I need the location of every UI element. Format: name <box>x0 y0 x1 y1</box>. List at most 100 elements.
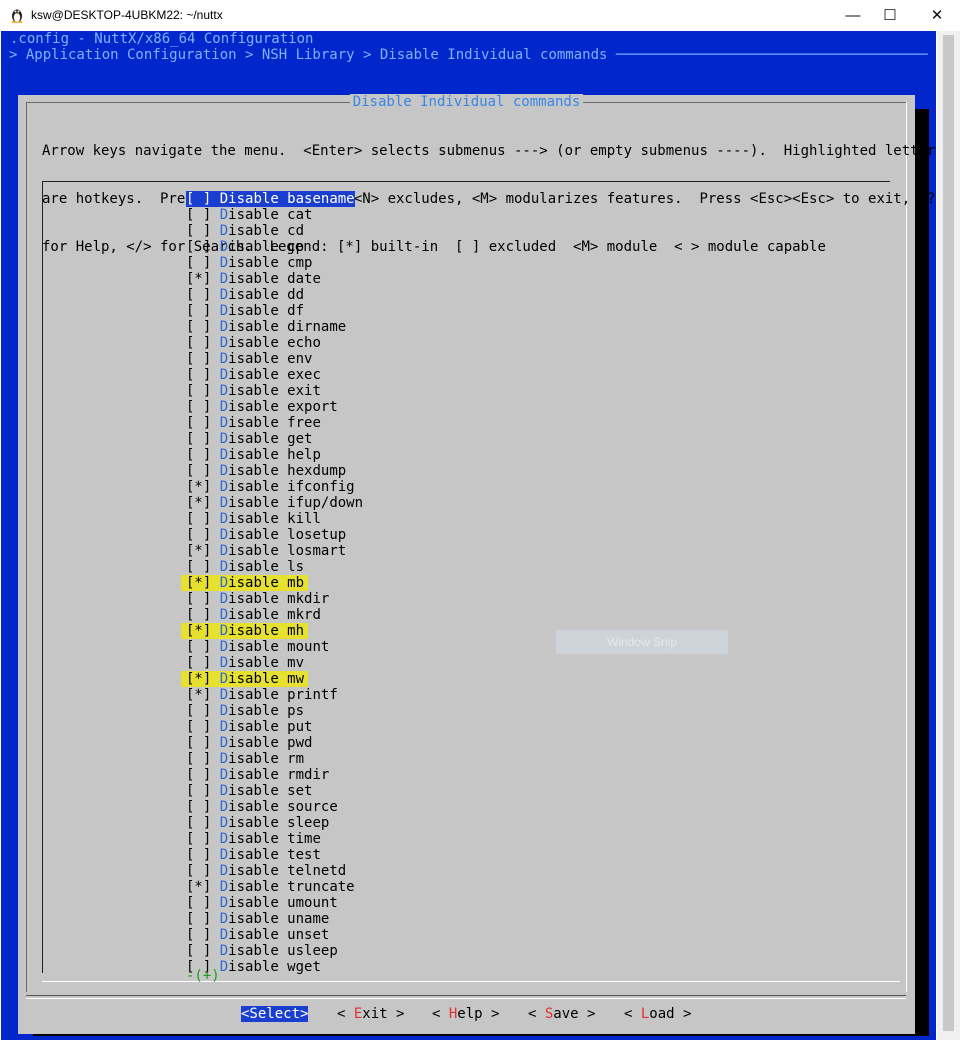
menu-item-checkbox[interactable]: [ ] <box>186 639 211 655</box>
menu-item[interactable]: [ ] Disable cd <box>186 223 304 239</box>
menu-item[interactable]: [ ] Disable ps <box>186 703 304 719</box>
menu-item[interactable]: [ ] Disable sleep <box>186 815 329 831</box>
menu-item-checkbox[interactable]: [ ] <box>186 895 211 911</box>
menu-item-checkbox[interactable]: [ ] <box>186 319 211 335</box>
menu-item-checkbox[interactable]: [ ] <box>186 415 211 431</box>
menu-item-checkbox[interactable]: [ ] <box>186 751 211 767</box>
menu-item[interactable]: [ ] Disable exit <box>186 383 321 399</box>
menu-item[interactable]: [*] Disable truncate <box>186 879 355 895</box>
menu-item[interactable]: [ ] Disable mkrd <box>186 607 321 623</box>
menu-item[interactable]: [ ] Disable df <box>186 303 304 319</box>
menu-item[interactable]: [ ] Disable free <box>186 415 321 431</box>
menu-item-checkbox[interactable]: [*] <box>186 879 211 895</box>
menu-item[interactable]: [ ] Disable usleep <box>186 943 338 959</box>
menu-item[interactable]: [*] Disable date <box>186 271 321 287</box>
menu-item[interactable]: [*] Disable ifup/down <box>186 495 363 511</box>
menu-item-checkbox[interactable]: [ ] <box>186 335 211 351</box>
menu-item[interactable]: [ ] Disable mount <box>186 639 329 655</box>
menu-item[interactable]: [ ] Disable mv <box>186 655 304 671</box>
menu-item[interactable]: [ ] Disable exec <box>186 367 321 383</box>
menu-item[interactable]: [ ] Disable kill <box>186 511 321 527</box>
menu-item-checkbox[interactable]: [ ] <box>186 559 211 575</box>
menu-item-checkbox[interactable]: [ ] <box>186 911 211 927</box>
menu-item-checkbox[interactable]: [ ] <box>186 431 211 447</box>
menu-item[interactable]: [*] Disable mb <box>181 575 309 591</box>
save-button[interactable]: < Save > <box>528 1006 595 1022</box>
terminal-console[interactable]: .config - NuttX/x86_64 Configuration > A… <box>1 31 936 1040</box>
menu-item[interactable]: [ ] Disable telnetd <box>186 863 346 879</box>
menu-item-checkbox[interactable]: [ ] <box>186 399 211 415</box>
menu-item[interactable]: [ ] Disable pwd <box>186 735 312 751</box>
menu-item-checkbox[interactable]: [ ] <box>186 847 211 863</box>
menu-item[interactable]: [ ] Disable test <box>186 847 321 863</box>
menu-item-checkbox[interactable]: [ ] <box>186 815 211 831</box>
menu-item[interactable]: [ ] Disable cmp <box>186 255 312 271</box>
help-button[interactable]: < Help > <box>432 1006 499 1022</box>
menu-item[interactable]: [ ] Disable uname <box>186 911 329 927</box>
menu-item[interactable]: [ ] Disable unset <box>186 927 329 943</box>
menu-item-checkbox[interactable]: [ ] <box>186 383 211 399</box>
menu-item-checkbox[interactable]: [ ] <box>186 527 211 543</box>
maximize-button[interactable]: ☐ <box>867 0 913 31</box>
menu-item-checkbox[interactable]: [ ] <box>186 591 211 607</box>
menu-item[interactable]: [ ] Disable source <box>186 799 338 815</box>
menu-item-checkbox[interactable]: [ ] <box>186 255 211 271</box>
menu-item[interactable]: [ ] Disable get <box>186 431 312 447</box>
scrollbar-thumb[interactable] <box>943 35 954 1031</box>
menu-item[interactable]: [ ] Disable mkdir <box>186 591 329 607</box>
menu-item[interactable]: [ ] Disable losetup <box>186 527 346 543</box>
menu-item-checkbox[interactable]: [ ] <box>186 191 211 207</box>
menu-item[interactable]: [ ] Disable umount <box>186 895 338 911</box>
menu-item-checkbox[interactable]: [ ] <box>186 767 211 783</box>
menu-item-checkbox[interactable]: [ ] <box>186 863 211 879</box>
menu-item[interactable]: [*] Disable mh <box>181 623 309 639</box>
menu-item[interactable]: [ ] Disable help <box>186 447 321 463</box>
menu-item-checkbox[interactable]: [*] <box>186 495 211 511</box>
menu-item[interactable]: [ ] Disable rmdir <box>186 767 329 783</box>
menu-item[interactable]: [ ] Disable dd <box>186 287 304 303</box>
menu-item[interactable]: [*] Disable mw <box>181 671 309 687</box>
menu-item-checkbox[interactable]: [ ] <box>186 927 211 943</box>
menu-item-checkbox[interactable]: [ ] <box>186 367 211 383</box>
menu-item-checkbox[interactable]: [*] <box>186 543 211 559</box>
menu-item[interactable]: [ ] Disable hexdump <box>186 463 346 479</box>
menu-item-checkbox[interactable]: [ ] <box>186 463 211 479</box>
menu-item-checkbox[interactable]: [ ] <box>186 351 211 367</box>
menu-item-checkbox[interactable]: [ ] <box>186 303 211 319</box>
menu-item-checkbox[interactable]: [*] <box>186 479 211 495</box>
menu-item-checkbox[interactable]: [*] <box>186 671 211 687</box>
menu-item[interactable]: [*] Disable printf <box>186 687 338 703</box>
menu-item[interactable]: [ ] Disable put <box>186 719 312 735</box>
menu-item[interactable]: [ ] Disable time <box>186 831 321 847</box>
load-button[interactable]: < Load > <box>624 1006 691 1022</box>
menu-item[interactable]: [ ] Disable basename <box>186 191 355 207</box>
menu-item[interactable]: [ ] Disable env <box>186 351 312 367</box>
select-button[interactable]: <Select> <box>241 1006 309 1022</box>
menu-item[interactable]: [ ] Disable cat <box>186 207 312 223</box>
menu-item-checkbox[interactable]: [ ] <box>186 287 211 303</box>
menu-item[interactable]: [ ] Disable dirname <box>186 319 346 335</box>
menu-item[interactable]: [ ] Disable set <box>186 783 312 799</box>
menu-item-checkbox[interactable]: [ ] <box>186 223 211 239</box>
exit-button[interactable]: < Exit > <box>337 1006 404 1022</box>
menu-item[interactable]: [ ] Disable cp <box>186 239 304 255</box>
menu-item-checkbox[interactable]: [ ] <box>186 447 211 463</box>
menu-item-checkbox[interactable]: [ ] <box>186 799 211 815</box>
menu-item-checkbox[interactable]: [ ] <box>186 607 211 623</box>
menu-item[interactable]: [*] Disable losmart <box>186 543 346 559</box>
menu-item-checkbox[interactable]: [*] <box>186 271 211 287</box>
menu-item-checkbox[interactable]: [ ] <box>186 831 211 847</box>
menu-item-checkbox[interactable]: [ ] <box>186 783 211 799</box>
menu-item[interactable]: [ ] Disable ls <box>186 559 304 575</box>
close-button[interactable]: ✕ <box>914 0 960 31</box>
menu-item-checkbox[interactable]: [*] <box>186 687 211 703</box>
menu-item[interactable]: [ ] Disable export <box>186 399 338 415</box>
vertical-scrollbar[interactable] <box>937 31 960 1040</box>
menu-item-checkbox[interactable]: [ ] <box>186 735 211 751</box>
menu-item-checkbox[interactable]: [ ] <box>186 943 211 959</box>
menu-item-checkbox[interactable]: [ ] <box>186 239 211 255</box>
menu-item-checkbox[interactable]: [ ] <box>186 511 211 527</box>
menu-item[interactable]: [*] Disable ifconfig <box>186 479 355 495</box>
menu-item-checkbox[interactable]: [ ] <box>186 719 211 735</box>
menu-item[interactable]: [ ] Disable echo <box>186 335 321 351</box>
